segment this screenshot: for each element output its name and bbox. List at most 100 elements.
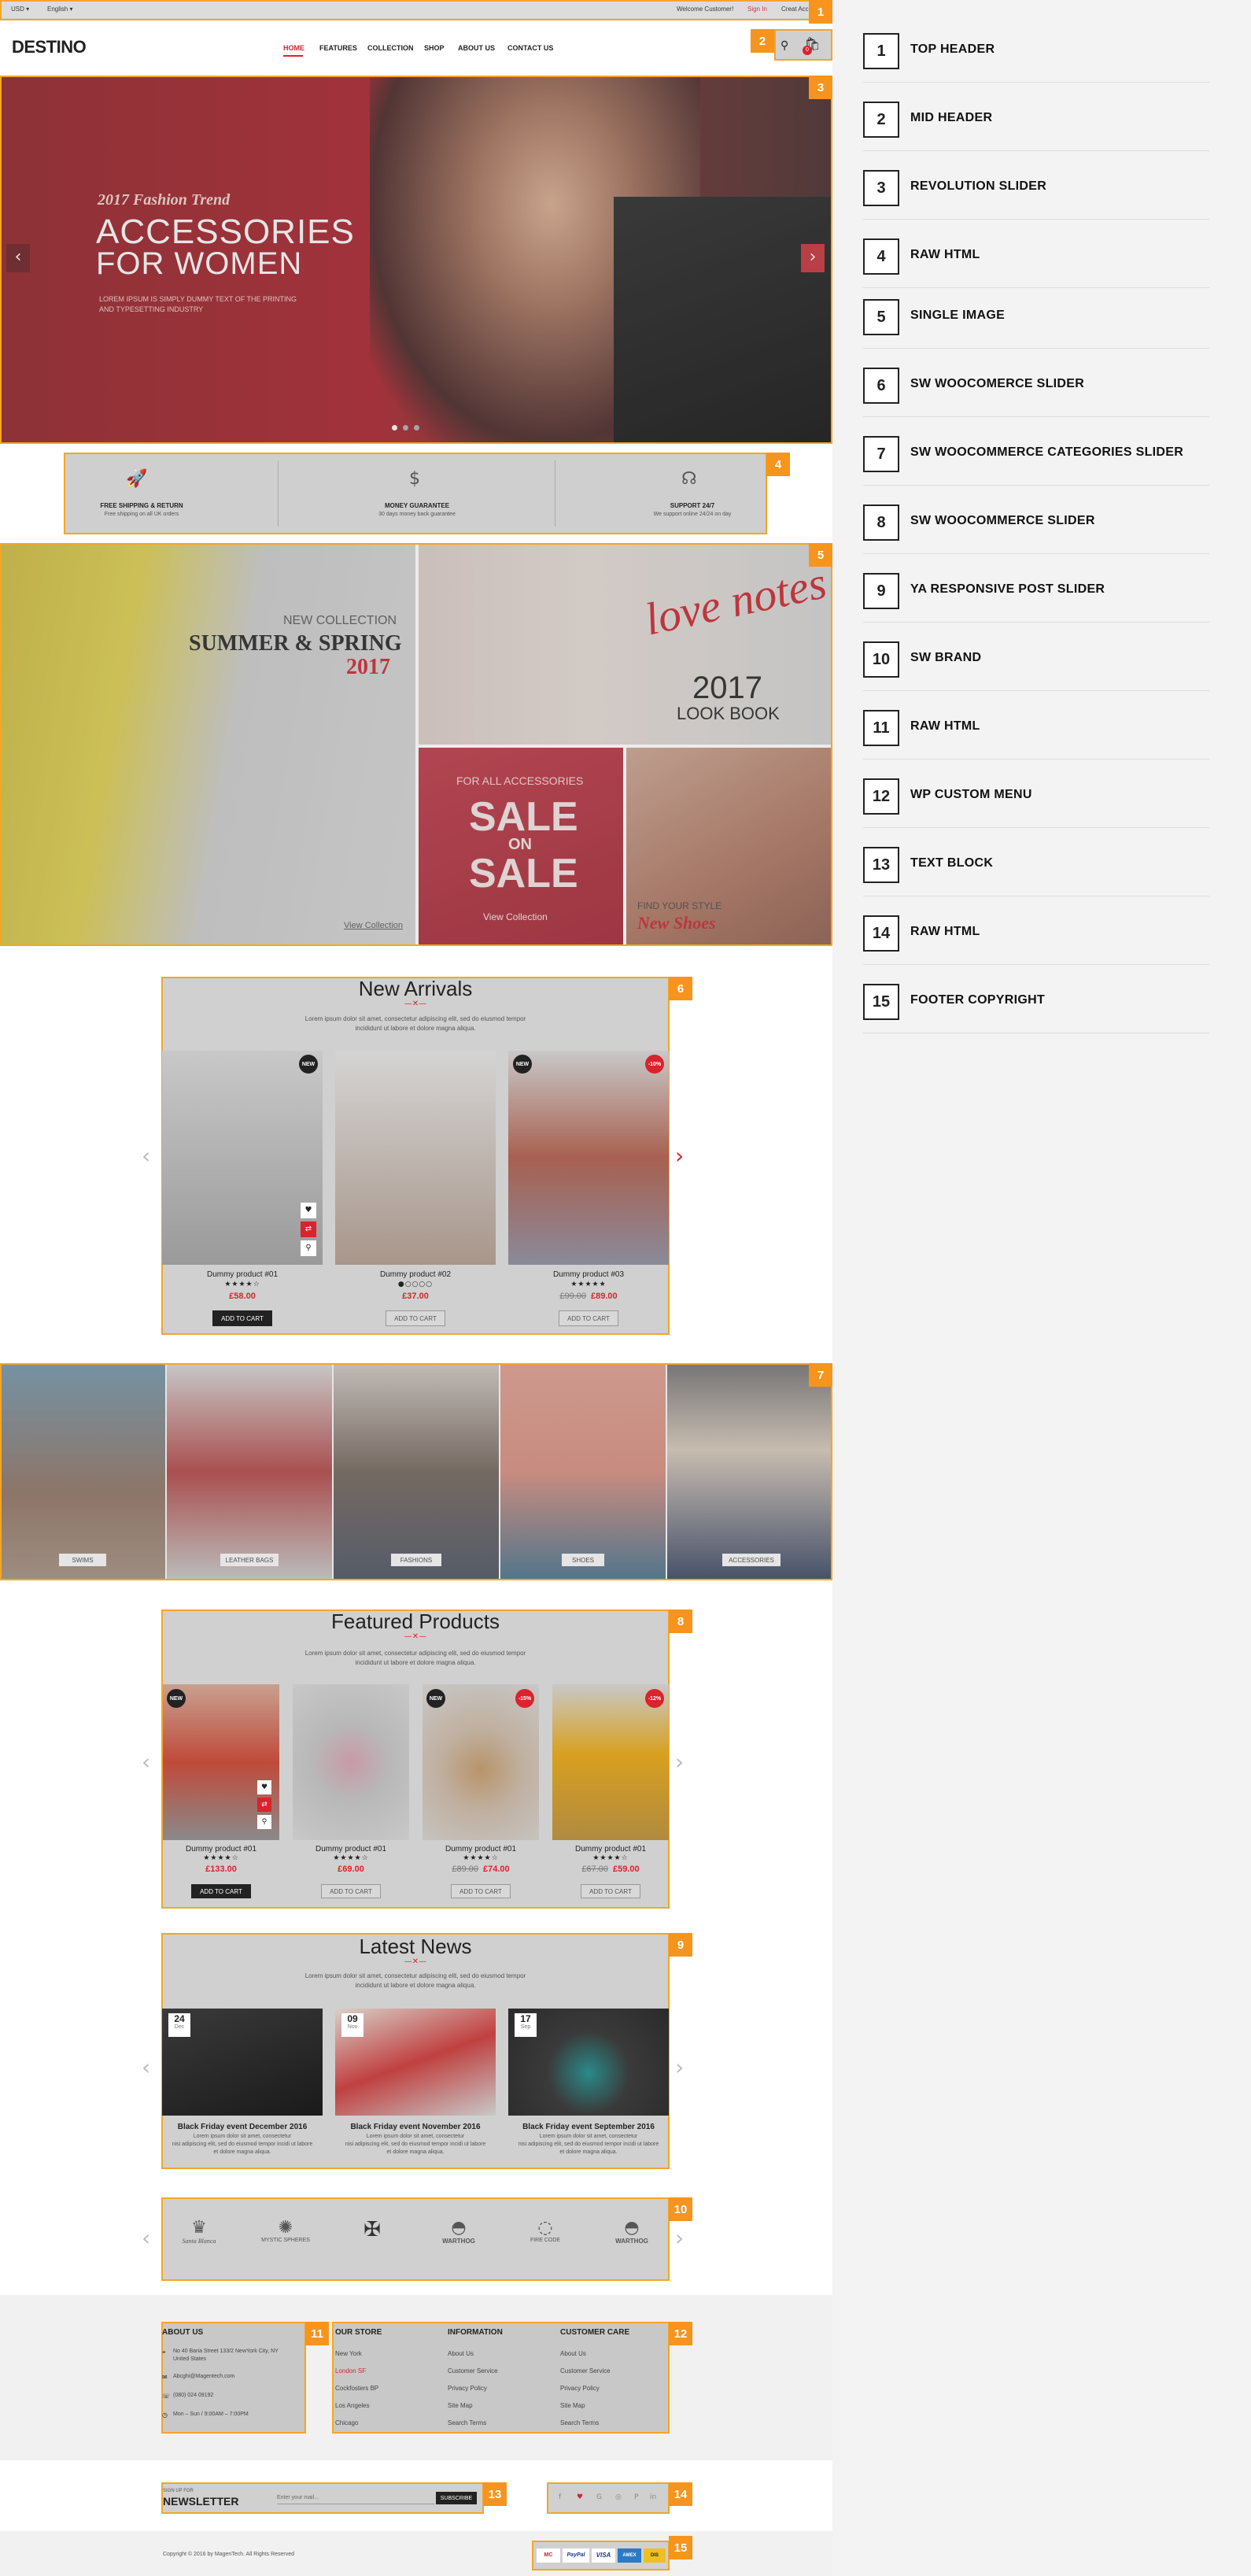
featured-prev-icon[interactable]: ‹ (142, 1749, 150, 1775)
brand-logo[interactable]: ✺ MYSTIC SPHERES (258, 2218, 313, 2262)
footer-store-link[interactable]: Cockfosters BP (335, 2385, 378, 2392)
quickview-icon[interactable]: ⚲ (301, 1240, 316, 1256)
add-to-cart-button[interactable]: ADD TO CART (386, 1310, 445, 1326)
product-image[interactable] (293, 1684, 409, 1840)
product-name[interactable]: Dummy product #01 (162, 1270, 323, 1279)
news-next-icon[interactable]: › (675, 2054, 684, 2080)
add-to-cart-button[interactable]: ADD TO CART (451, 1884, 511, 1898)
instagram-icon[interactable]: ◎ (615, 2493, 622, 2501)
subscribe-button[interactable]: SUBSCRIBE (436, 2492, 477, 2504)
nav-features[interactable]: FEATURES (319, 44, 357, 52)
footer-care-link[interactable]: Customer Service (560, 2367, 611, 2375)
brand-logo[interactable]: ◓ WARTHOG (431, 2218, 486, 2262)
product-name[interactable]: Dummy product #01 (293, 1845, 409, 1853)
feature-title-2: MONEY GUARANTEE (384, 502, 450, 509)
product-name[interactable]: Dummy product #01 (423, 1845, 539, 1853)
footer-store-link[interactable]: New York (335, 2350, 362, 2357)
brand-logo[interactable]: ♛ Santa Blanca (172, 2218, 227, 2262)
nav-about[interactable]: ABOUT US (458, 44, 495, 52)
footer-store-link[interactable]: London SF (335, 2367, 366, 2375)
marker-9: 9 (669, 1933, 692, 1957)
legend-row: 10 SW BRAND (863, 623, 1209, 691)
footer-store-link[interactable]: Los Angeles (335, 2402, 370, 2409)
brand-logo[interactable]: ◓ WARTHOG (604, 2218, 659, 2262)
add-to-cart-button[interactable]: ADD TO CART (191, 1884, 251, 1898)
product-name[interactable]: Dummy product #01 (552, 1845, 669, 1853)
footer-info-link[interactable]: About Us (448, 2350, 474, 2357)
nav-collection[interactable]: COLLECTION (367, 44, 414, 52)
facebook-icon[interactable]: f (559, 2493, 561, 2501)
news-excerpt: et dolore magna aliqua. (386, 2149, 445, 2155)
marker-13: 13 (483, 2482, 507, 2506)
legend-number: 2 (863, 102, 899, 138)
location-icon: ⌖ (162, 2349, 166, 2356)
wishlist-icon[interactable]: ♥ (257, 1780, 271, 1794)
compare-icon[interactable]: ⇄ (257, 1798, 271, 1812)
product-image[interactable] (423, 1684, 539, 1840)
product-image[interactable] (162, 1051, 323, 1265)
legend-label: SW BRAND (910, 651, 982, 664)
news-month: Sep (520, 2024, 531, 2030)
product-image[interactable] (508, 1051, 669, 1265)
brands-next-icon[interactable]: › (675, 2225, 684, 2251)
footer-care-link[interactable]: About Us (560, 2350, 586, 2357)
product-image[interactable] (552, 1684, 669, 1840)
footer-care-link[interactable]: Search Terms (560, 2419, 599, 2426)
add-to-cart-button[interactable]: ADD TO CART (581, 1884, 640, 1898)
footer-info-link[interactable]: Privacy Policy (448, 2385, 487, 2392)
product-price: £99.00 £89.00 (508, 1292, 669, 1301)
add-to-cart-button[interactable]: ADD TO CART (212, 1310, 272, 1326)
new-arrivals-next-icon[interactable]: › (675, 1143, 684, 1169)
footer-care-link[interactable]: Site Map (560, 2402, 585, 2409)
product-name[interactable]: Dummy product #01 (163, 1845, 279, 1853)
nav-home[interactable]: HOME (283, 44, 304, 52)
nav-home-underline (283, 55, 303, 57)
search-icon[interactable]: ⚲ (780, 39, 788, 52)
product-name[interactable]: Dummy product #02 (335, 1270, 496, 1279)
add-to-cart-button[interactable]: ADD TO CART (321, 1884, 381, 1898)
nav-shop[interactable]: SHOP (424, 44, 445, 52)
heart-icon[interactable]: ♥ (577, 2493, 583, 2501)
quickview-icon[interactable]: ⚲ (257, 1815, 271, 1829)
brands-prev-icon[interactable]: ‹ (142, 2225, 150, 2251)
legend-label: RAW HTML (910, 248, 980, 261)
footer-email[interactable]: Abcghi@Magentech.com (173, 2374, 234, 2379)
linkedin-icon[interactable]: in (650, 2493, 656, 2501)
product-name[interactable]: Dummy product #03 (508, 1270, 669, 1279)
product-price: £67.00 £59.00 (552, 1865, 669, 1874)
nav-contact[interactable]: CONTACT US (507, 44, 553, 52)
copyright-bar (0, 2531, 832, 2576)
google-icon[interactable]: G (596, 2493, 602, 2501)
brand-logo[interactable]: ✠ (345, 2218, 400, 2262)
footer-store-link[interactable]: Chicago (335, 2419, 358, 2426)
footer-info-link[interactable]: Customer Service (448, 2367, 498, 2375)
compare-icon[interactable]: ⇄ (301, 1221, 316, 1237)
new-arrivals-prev-icon[interactable]: ‹ (142, 1143, 150, 1169)
footer-info-link[interactable]: Site Map (448, 2402, 473, 2409)
news-post-title[interactable]: Black Friday event December 2016 (162, 2123, 323, 2131)
wishlist-icon[interactable]: ♥ (301, 1203, 316, 1218)
brand-logo-icon: ◓ (624, 2218, 640, 2238)
legend-row: 3 REVOLUTION SLIDER (863, 151, 1209, 220)
feature-sub-1: Free shipping on all UK orders (104, 512, 179, 517)
footer-info-link[interactable]: Search Terms (448, 2419, 486, 2426)
news-prev-icon[interactable]: ‹ (142, 2054, 150, 2080)
legend-number: 15 (863, 984, 899, 1020)
brand-logo-label: WARTHOG (442, 2238, 475, 2245)
brand-logo[interactable]: ◌ FIRE CODE (518, 2218, 573, 2262)
product-image[interactable] (335, 1051, 496, 1265)
news-post-title[interactable]: Black Friday event November 2016 (335, 2123, 496, 2131)
news-date: 24 Dec (168, 2013, 190, 2037)
legend-number: 9 (863, 573, 899, 609)
legend-label: SW WOOCOMMERCE CATEGORIES SLIDER (910, 445, 1184, 459)
marker-11: 11 (305, 2322, 329, 2345)
news-month: Dec (174, 2024, 185, 2030)
add-to-cart-button[interactable]: ADD TO CART (559, 1310, 618, 1326)
logo[interactable]: DESTINO (12, 37, 87, 57)
news-post-title[interactable]: Black Friday event September 2016 (508, 2123, 669, 2131)
featured-next-icon[interactable]: › (675, 1749, 684, 1775)
footer-care-link[interactable]: Privacy Policy (560, 2385, 600, 2392)
pinterest-icon[interactable]: P (634, 2493, 638, 2501)
newsletter-email-input[interactable]: Enter your mail... (277, 2492, 434, 2504)
news-day: 17 (520, 2013, 531, 2024)
